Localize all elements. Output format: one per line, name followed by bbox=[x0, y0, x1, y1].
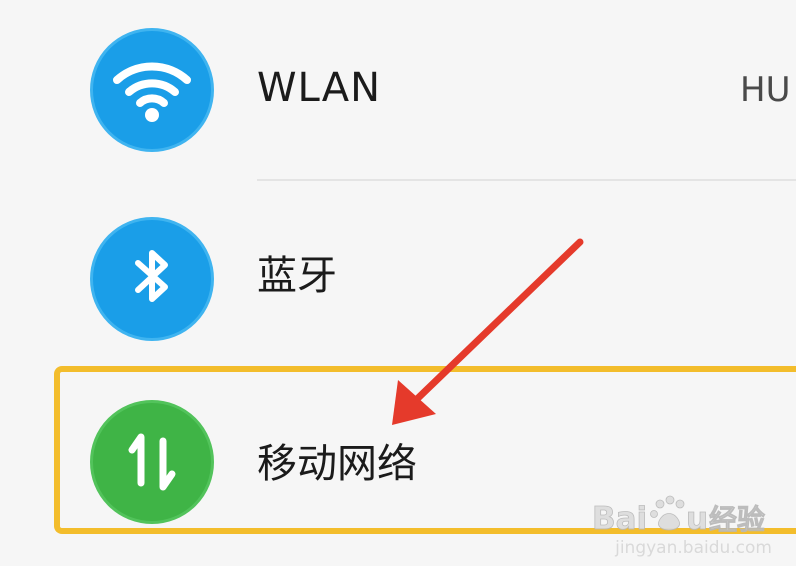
svg-text:经验: 经验 bbox=[709, 503, 765, 536]
divider bbox=[257, 179, 796, 181]
baidu-jingyan-watermark: Bai u 经验 jingyan.baidu.com bbox=[586, 484, 786, 560]
wlan-network-name: HU bbox=[740, 70, 791, 110]
mobile-data-icon bbox=[90, 400, 214, 524]
settings-item-label: WLAN bbox=[257, 65, 382, 111]
settings-item-label: 蓝牙 bbox=[257, 253, 337, 299]
bluetooth-icon bbox=[90, 217, 214, 341]
watermark-url: jingyan.baidu.com bbox=[615, 538, 772, 558]
wifi-icon bbox=[90, 28, 214, 152]
svg-text:u: u bbox=[686, 501, 708, 537]
svg-text:Bai: Bai bbox=[592, 501, 647, 537]
settings-item-label: 移动网络 bbox=[257, 441, 417, 487]
settings-item-bluetooth[interactable]: 蓝牙 bbox=[0, 182, 796, 364]
settings-screen: WLAN HU 蓝牙 移动网络 Bai u 经验 jingyan.baidu.c… bbox=[0, 0, 796, 566]
baidu-logo-icon: Bai u 经验 bbox=[592, 495, 765, 537]
settings-item-wlan[interactable]: WLAN HU bbox=[0, 0, 796, 182]
